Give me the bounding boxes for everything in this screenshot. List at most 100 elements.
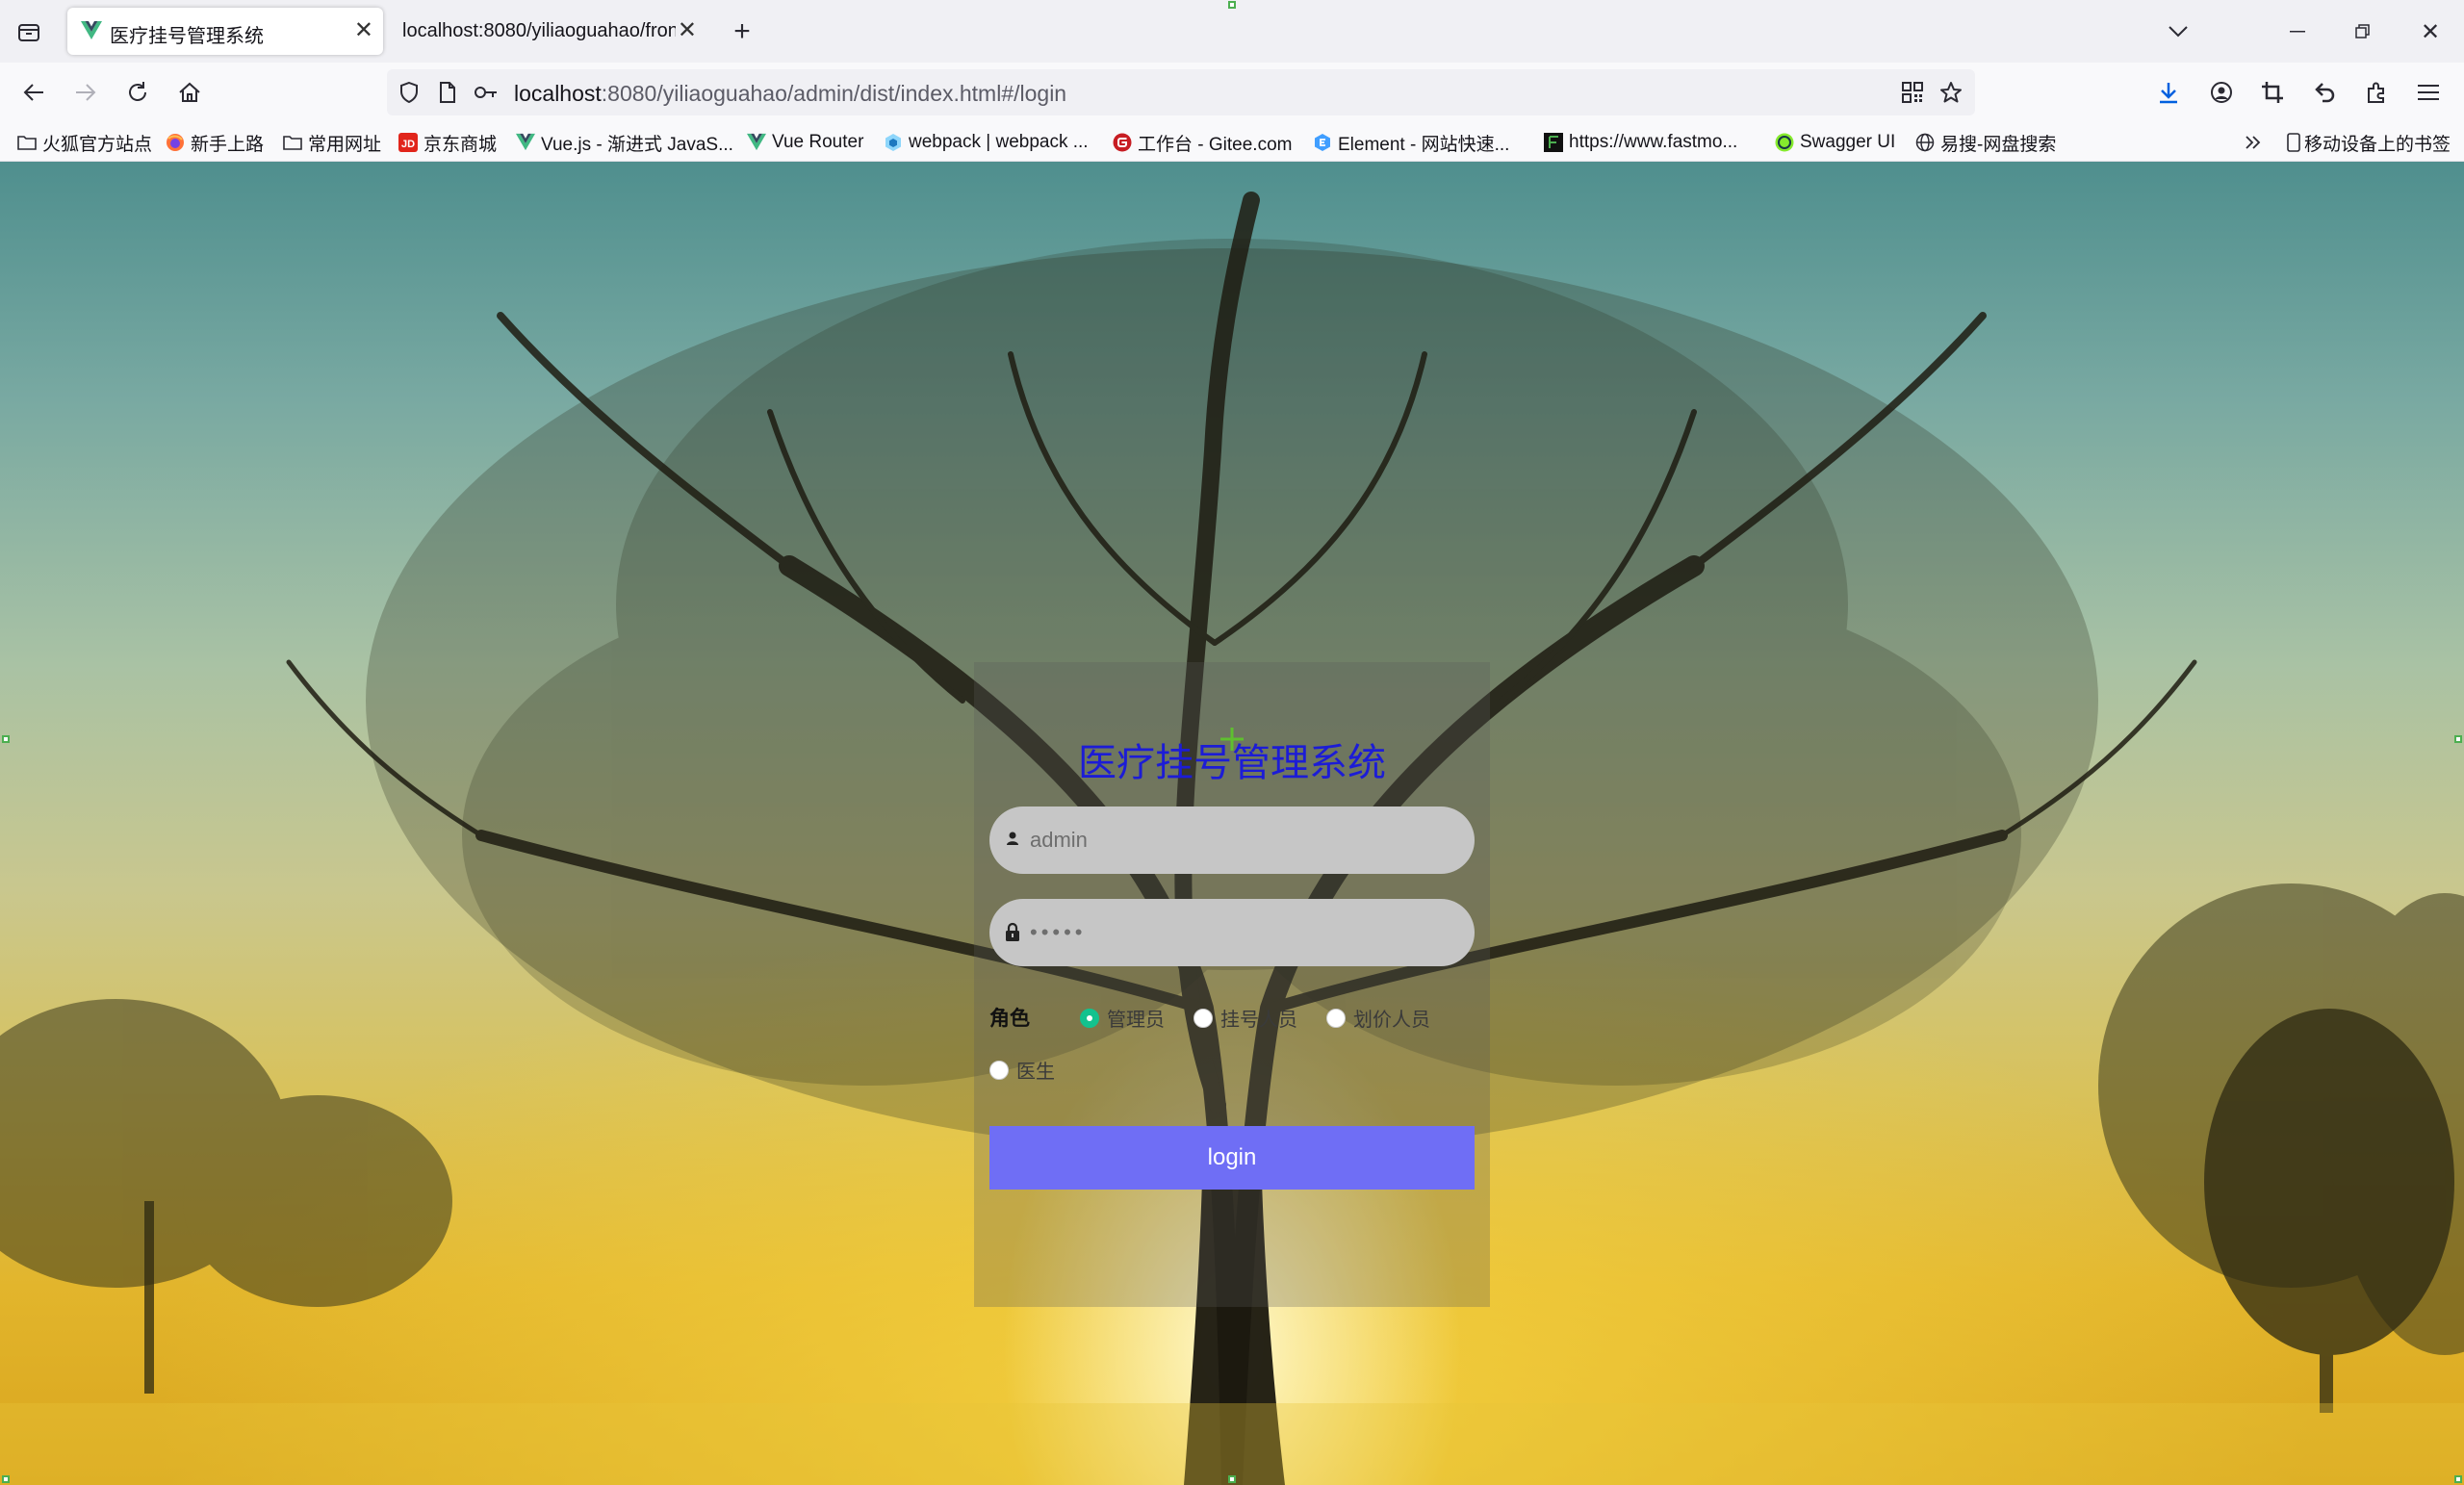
menu-icon[interactable] <box>2414 78 2443 107</box>
username-input[interactable] <box>1030 807 1453 874</box>
username-field[interactable] <box>989 807 1475 874</box>
bookmark-label: 易搜-网盘搜索 <box>1940 134 2057 155</box>
user-icon <box>1007 832 1018 845</box>
folder-icon <box>283 136 302 150</box>
tab-strip: 医疗挂号管理系统 ✕ localhost:8080/yiliaoguahao/f… <box>0 0 2464 63</box>
webpack-icon <box>886 134 901 151</box>
bookmark-label: 火狐官方站点 <box>42 134 153 155</box>
extensions-icon[interactable] <box>2362 78 2391 107</box>
close-tab-icon[interactable]: ✕ <box>678 19 697 42</box>
chevron-double-right-icon[interactable] <box>2241 132 2266 153</box>
role-option-label: 医生 <box>1016 1060 1055 1083</box>
folder-icon <box>17 136 37 150</box>
bookmark-label: Element - 网站快速... <box>1338 134 1510 155</box>
tab-title: 医疗挂号管理系统 <box>110 26 264 47</box>
account-icon[interactable] <box>2207 78 2236 107</box>
navigation-bar: localhost:8080/yiliaoguahao/admin/dist/i… <box>0 63 2464 122</box>
bookmark-label: https://www.fastmo... <box>1569 132 1738 152</box>
page-icon <box>433 78 462 107</box>
bookmark-label: Vue Router <box>772 132 864 152</box>
role-radio-registrar[interactable]: 挂号人员 <box>1194 1004 1297 1032</box>
move-cursor-icon <box>1220 728 1244 751</box>
gitee-icon <box>1113 133 1132 152</box>
undo-icon[interactable] <box>2310 78 2339 107</box>
close-tab-icon[interactable]: ✕ <box>354 19 373 42</box>
bookmark-label: 京东商城 <box>424 134 498 155</box>
selection-handle[interactable] <box>1228 1 1236 9</box>
bookmark-mobile[interactable]: 移动设备上的书签 <box>2287 130 2451 155</box>
login-form: 医疗挂号管理系统 ••••• 角色 管理员 挂号人员 划价人员 医生 login <box>974 662 1490 1307</box>
role-option-label: 划价人员 <box>1353 1008 1430 1031</box>
password-field[interactable]: ••••• <box>989 899 1475 966</box>
url-text[interactable]: localhost:8080/yiliaoguahao/admin/dist/i… <box>514 81 1066 107</box>
restore-icon[interactable] <box>2348 17 2377 46</box>
bookmark-yisou[interactable]: 易搜-网盘搜索 <box>1915 130 2056 155</box>
bookmark-common-sites[interactable]: 常用网址 <box>283 130 381 155</box>
jd-icon: JD <box>398 133 418 152</box>
bookmark-vue-router[interactable]: Vue Router <box>747 130 863 155</box>
fastmock-icon <box>1544 133 1563 152</box>
bookmark-label: 工作台 - Gitee.com <box>1138 134 1293 155</box>
bookmark-label: 新手上路 <box>191 134 265 155</box>
selection-handle[interactable] <box>2454 1475 2462 1483</box>
close-window-icon[interactable]: ✕ <box>2416 17 2445 46</box>
bookmark-gitee[interactable]: 工作台 - Gitee.com <box>1113 130 1292 155</box>
role-radio-admin[interactable]: 管理员 <box>1080 1004 1165 1032</box>
tab-title: localhost:8080/yiliaoguahao/front <box>402 20 676 41</box>
reload-icon[interactable] <box>123 78 152 107</box>
new-tab-icon[interactable]: + <box>728 15 757 47</box>
vue-icon <box>81 21 102 39</box>
shield-icon[interactable] <box>395 78 424 107</box>
bookmark-label: 移动设备上的书签 <box>2304 134 2451 155</box>
tab-groups-icon[interactable] <box>13 17 44 46</box>
selection-handle[interactable] <box>2454 735 2462 743</box>
screenshot-icon[interactable] <box>2258 78 2287 107</box>
key-icon[interactable] <box>472 78 500 107</box>
bookmark-label: 常用网址 <box>308 134 382 155</box>
password-input[interactable]: ••••• <box>1030 920 1087 945</box>
forward-icon[interactable] <box>71 78 100 107</box>
role-radio-doctor[interactable]: 医生 <box>989 1056 1055 1084</box>
bookmark-fastmock[interactable]: https://www.fastmo... <box>1544 130 1737 155</box>
bookmark-webpack[interactable]: webpack | webpack ... <box>884 130 1089 155</box>
role-radio-pricing[interactable]: 划价人员 <box>1326 1004 1430 1032</box>
lock-icon <box>1006 922 1019 941</box>
download-icon[interactable] <box>2154 78 2183 107</box>
mobile-device-icon <box>2287 133 2300 152</box>
bookmark-element[interactable]: Element - 网站快速... <box>1313 130 1509 155</box>
url-host: localhost <box>514 81 602 106</box>
svg-text:JD: JD <box>401 139 415 150</box>
role-label: 角色 <box>989 1006 1030 1030</box>
list-tabs-icon[interactable] <box>2164 17 2193 46</box>
tab-inactive[interactable]: localhost:8080/yiliaoguahao/front ✕ <box>389 8 706 55</box>
qr-code-icon[interactable] <box>1898 78 1927 107</box>
radio-unchecked-icon[interactable] <box>989 1060 1009 1080</box>
tab-active[interactable]: 医疗挂号管理系统 ✕ <box>67 8 383 55</box>
swagger-icon <box>1775 133 1794 152</box>
bookmark-getting-started[interactable]: 新手上路 <box>166 130 264 155</box>
home-icon[interactable] <box>175 78 204 107</box>
radio-unchecked-icon[interactable] <box>1194 1008 1213 1028</box>
bookmark-jd[interactable]: JD 京东商城 <box>398 130 497 155</box>
radio-unchecked-icon[interactable] <box>1326 1008 1346 1028</box>
bookmark-firefox-sites[interactable]: 火狐官方站点 <box>17 130 152 155</box>
address-bar[interactable]: localhost:8080/yiliaoguahao/admin/dist/i… <box>387 69 1975 115</box>
selection-handle[interactable] <box>1228 1475 1236 1483</box>
back-icon[interactable] <box>19 78 48 107</box>
globe-icon <box>1915 133 1935 152</box>
login-button[interactable]: login <box>989 1126 1475 1190</box>
vue-icon <box>516 133 535 151</box>
bookmark-vuejs[interactable]: Vue.js - 渐进式 JavaS... <box>516 130 733 155</box>
url-path: :8080/yiliaoguahao/admin/dist/index.html… <box>601 81 1067 106</box>
star-icon[interactable] <box>1937 78 1965 107</box>
bookmark-swagger[interactable]: Swagger UI <box>1775 130 1895 155</box>
role-option-label: 挂号人员 <box>1220 1008 1297 1031</box>
bookmark-label: webpack | webpack ... <box>909 132 1089 152</box>
radio-checked-icon[interactable] <box>1080 1008 1099 1028</box>
selection-handle[interactable] <box>2 735 10 743</box>
login-page: 医疗挂号管理系统 ••••• 角色 管理员 挂号人员 划价人员 医生 login <box>0 162 2464 1485</box>
bookmarks-bar: 火狐官方站点 新手上路 常用网址 JD 京东商城 Vue.js - 渐进式 Ja… <box>0 122 2464 162</box>
minimize-icon[interactable] <box>2283 17 2312 46</box>
selection-handle[interactable] <box>2 1475 10 1483</box>
bookmark-label: Swagger UI <box>1800 132 1896 152</box>
